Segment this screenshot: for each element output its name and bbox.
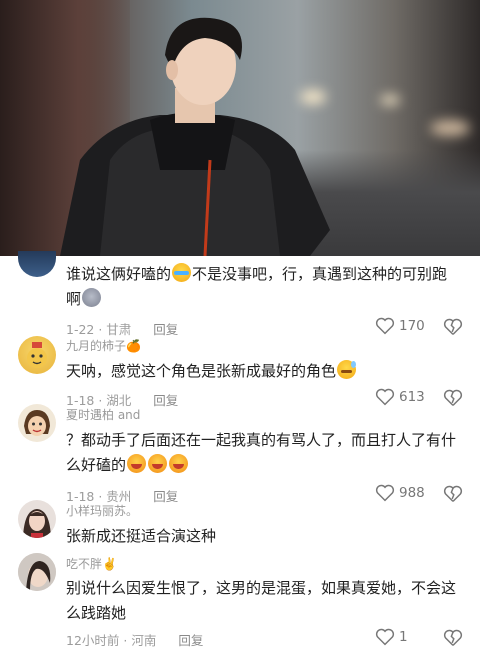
broken-heart-icon[interactable] <box>443 629 463 647</box>
comment-username[interactable]: 九月的柿子🍊 <box>66 337 141 354</box>
like-button[interactable]: 613 <box>375 388 425 406</box>
crying-emoji-icon <box>172 263 192 282</box>
avatar[interactable] <box>18 251 56 277</box>
grinning-emoji-icon <box>148 454 168 473</box>
comment-text: 天呐，感觉这个角色是张新成最好的角色 <box>66 359 458 384</box>
heart-icon <box>375 628 395 646</box>
photo-avatar-icon <box>18 553 56 591</box>
comment-username[interactable]: 吃不胖✌️ <box>66 555 117 572</box>
heart-icon <box>375 388 395 406</box>
actor-figure <box>60 17 330 256</box>
comment-text: 别说什么因爱生恨了，这男的是混蛋，如果真爱她，不会这么践踏她 <box>66 579 457 622</box>
video-player[interactable] <box>0 0 480 256</box>
like-count: 613 <box>399 389 425 405</box>
heart-icon <box>375 317 395 335</box>
username-emoji: ✌️ <box>102 557 117 571</box>
comment-text: 张新成还挺适合演这种 <box>66 527 217 545</box>
like-count: 1 <box>399 629 408 645</box>
cat-emoji-icon <box>82 288 102 307</box>
reply-button[interactable]: 回复 <box>178 633 203 648</box>
street-light <box>430 120 470 136</box>
broken-heart-icon[interactable] <box>443 389 463 407</box>
heart-icon <box>375 484 395 502</box>
broken-heart-icon[interactable] <box>443 318 463 336</box>
comment-username[interactable]: 小样玛丽苏。 <box>66 502 138 519</box>
comment-text-part: ？都动手了后面还在一起我真的有骂人了，而且打人了有什么好磕的 <box>66 431 457 474</box>
username-text: 九月的柿子 <box>66 339 127 353</box>
avatar[interactable] <box>18 500 56 538</box>
avatar[interactable] <box>18 553 56 591</box>
username-text: 吃不胖 <box>66 557 103 571</box>
cartoon-avatar-icon <box>27 342 47 368</box>
reply-button[interactable]: 回复 <box>153 489 178 504</box>
comment-username[interactable]: 夏时遇柏 and <box>66 406 140 423</box>
like-button[interactable]: 988 <box>375 484 425 502</box>
username-emoji: 🍊 <box>126 339 141 353</box>
reply-button[interactable]: 回复 <box>153 322 178 337</box>
broken-heart-icon[interactable] <box>443 485 463 503</box>
grinning-emoji-icon <box>169 454 189 473</box>
cartoon-avatar-icon <box>24 410 50 436</box>
photo-avatar-icon <box>23 509 51 538</box>
laughing-sweat-emoji-icon <box>337 360 357 379</box>
comment-text: ？都动手了后面还在一起我真的有骂人了，而且打人了有什么好磕的 <box>66 428 458 478</box>
avatar[interactable] <box>18 404 56 442</box>
comment-text-part: 谁说这俩好嗑的 <box>66 265 172 283</box>
like-button[interactable]: 1 <box>375 628 408 646</box>
like-button[interactable]: 170 <box>375 317 425 335</box>
like-count: 988 <box>399 485 425 501</box>
reply-button[interactable]: 回复 <box>153 393 178 408</box>
comment-time-location: 12小时前 · 河南 <box>66 633 157 648</box>
street-light <box>380 95 400 105</box>
comment-meta: 1-22 · 甘肃 回复 <box>66 319 178 338</box>
like-count: 170 <box>399 318 425 334</box>
comment-text-part: 天呐，感觉这个角色是张新成最好的角色 <box>66 362 337 380</box>
grinning-emoji-icon <box>127 454 147 473</box>
avatar[interactable] <box>18 336 56 374</box>
comment-text: 谁说这俩好嗑的 不是没事吧，行，真遇到这种的可别跑啊 <box>66 262 458 312</box>
comment-time-location: 1-22 · 甘肃 <box>66 322 132 337</box>
